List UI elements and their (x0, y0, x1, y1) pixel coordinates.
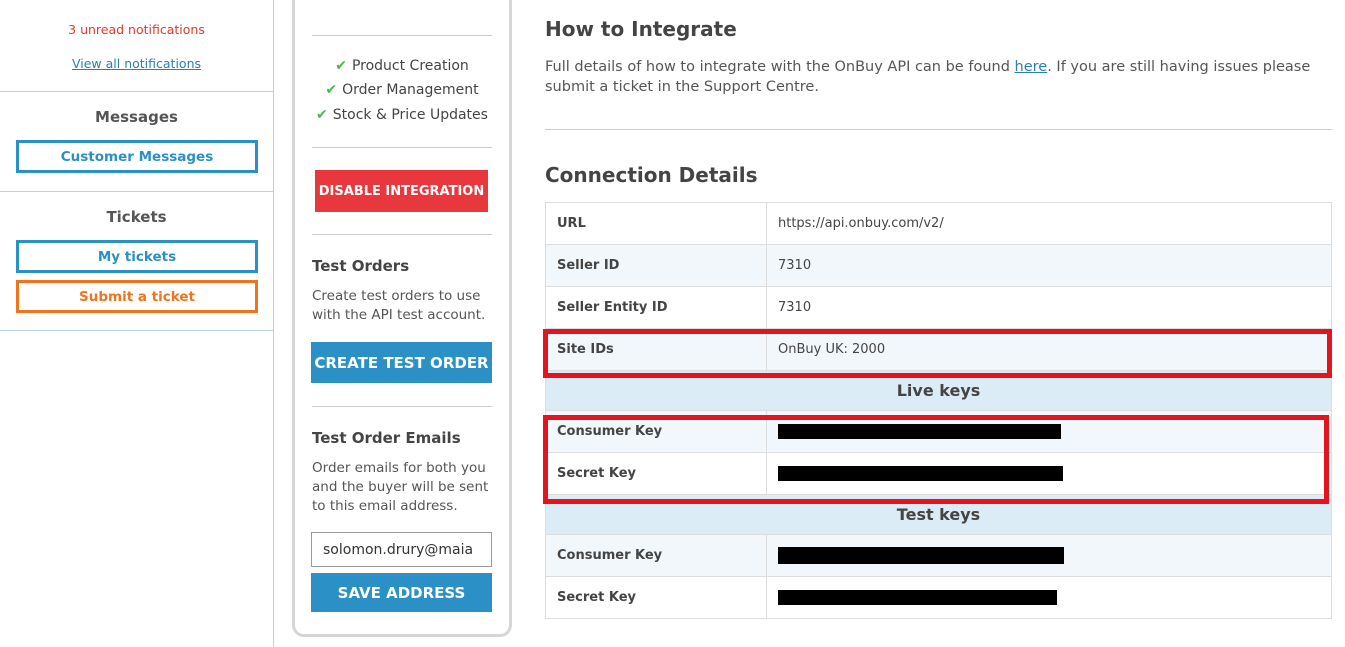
key-value-cell (766, 452, 1332, 495)
test-order-emails-description: Order emails for both you and the buyer … (312, 460, 489, 514)
messages-heading: Messages (95, 108, 178, 126)
key-label: Secret Key (545, 576, 767, 619)
integration-intro-text: Full details of how to integrate with th… (545, 57, 1325, 97)
my-tickets-button[interactable]: My tickets (16, 240, 258, 273)
divider (312, 234, 492, 235)
table-row: Seller Entity ID 7310 (545, 286, 1332, 329)
table-row: Secret Key (545, 452, 1332, 495)
detail-label: URL (545, 202, 767, 245)
feature-item: ✔ Stock & Price Updates (292, 107, 512, 123)
divider (0, 191, 273, 192)
table-section-header: Test keys (545, 494, 1332, 535)
connection-details-table: URL https://api.onbuy.com/v2/ Seller ID … (545, 202, 1332, 619)
divider (0, 330, 273, 331)
detail-value: OnBuy UK: 2000 (766, 328, 1332, 371)
redacted-value (778, 466, 1063, 481)
submit-ticket-button[interactable]: Submit a ticket (16, 280, 258, 313)
test-orders-heading: Test Orders (312, 257, 410, 275)
live-keys-heading: Live keys (545, 370, 1332, 411)
feature-label: Stock & Price Updates (332, 107, 488, 123)
redacted-value (778, 424, 1061, 439)
view-all-notifications-link[interactable]: View all notifications (72, 56, 201, 71)
redacted-value (778, 547, 1064, 564)
divider (0, 91, 273, 92)
table-section-header: Live keys (545, 370, 1332, 411)
save-address-button[interactable]: SAVE ADDRESS (311, 573, 492, 612)
feature-item: ✔ Order Management (292, 82, 512, 98)
checkmark-icon: ✔ (325, 82, 338, 98)
detail-label: Seller ID (545, 244, 767, 287)
test-order-emails-heading: Test Order Emails (312, 429, 461, 447)
table-row: Site IDs OnBuy UK: 2000 (545, 328, 1332, 371)
table-row: Secret Key (545, 576, 1332, 619)
test-keys-heading: Test keys (545, 494, 1332, 535)
create-test-order-button[interactable]: CREATE TEST ORDER (311, 342, 492, 383)
key-value-cell (766, 576, 1332, 619)
key-label: Consumer Key (545, 534, 767, 577)
detail-value: https://api.onbuy.com/v2/ (766, 202, 1332, 245)
feature-label: Order Management (342, 82, 479, 98)
how-to-integrate-heading: How to Integrate (545, 17, 737, 41)
customer-messages-button[interactable]: Customer Messages (16, 140, 258, 173)
redacted-value (778, 590, 1057, 605)
disable-integration-button[interactable]: DISABLE INTEGRATION (315, 170, 488, 212)
feature-label: Product Creation (351, 58, 469, 74)
feature-item: ✔ Product Creation (292, 58, 512, 74)
detail-value: 7310 (766, 286, 1332, 329)
detail-label: Site IDs (545, 328, 767, 371)
key-value-cell (766, 534, 1332, 577)
divider (312, 35, 492, 36)
detail-label: Seller Entity ID (545, 286, 767, 329)
checkmark-icon: ✔ (316, 107, 328, 123)
divider (545, 129, 1332, 130)
api-docs-link[interactable]: here (1015, 59, 1048, 75)
intro-text-start: Full details of how to integrate with th… (545, 59, 1015, 75)
tickets-heading: Tickets (106, 208, 167, 226)
sidebar: 3 unread notifications View all notifica… (0, 0, 274, 647)
key-value-cell (766, 410, 1332, 453)
unread-notifications-count: 3 unread notifications (68, 22, 205, 37)
table-row: Consumer Key (545, 534, 1332, 577)
key-label: Secret Key (545, 452, 767, 495)
table-row: Consumer Key (545, 410, 1332, 453)
table-row: Seller ID 7310 (545, 244, 1332, 287)
test-email-input[interactable] (311, 532, 492, 567)
test-orders-description: Create test orders to use with the API t… (312, 288, 486, 323)
key-label: Consumer Key (545, 410, 767, 453)
divider (312, 406, 492, 407)
detail-value: 7310 (766, 244, 1332, 287)
divider (312, 147, 492, 148)
table-row: URL https://api.onbuy.com/v2/ (545, 202, 1332, 245)
checkmark-icon: ✔ (335, 58, 347, 74)
connection-details-heading: Connection Details (545, 163, 758, 187)
